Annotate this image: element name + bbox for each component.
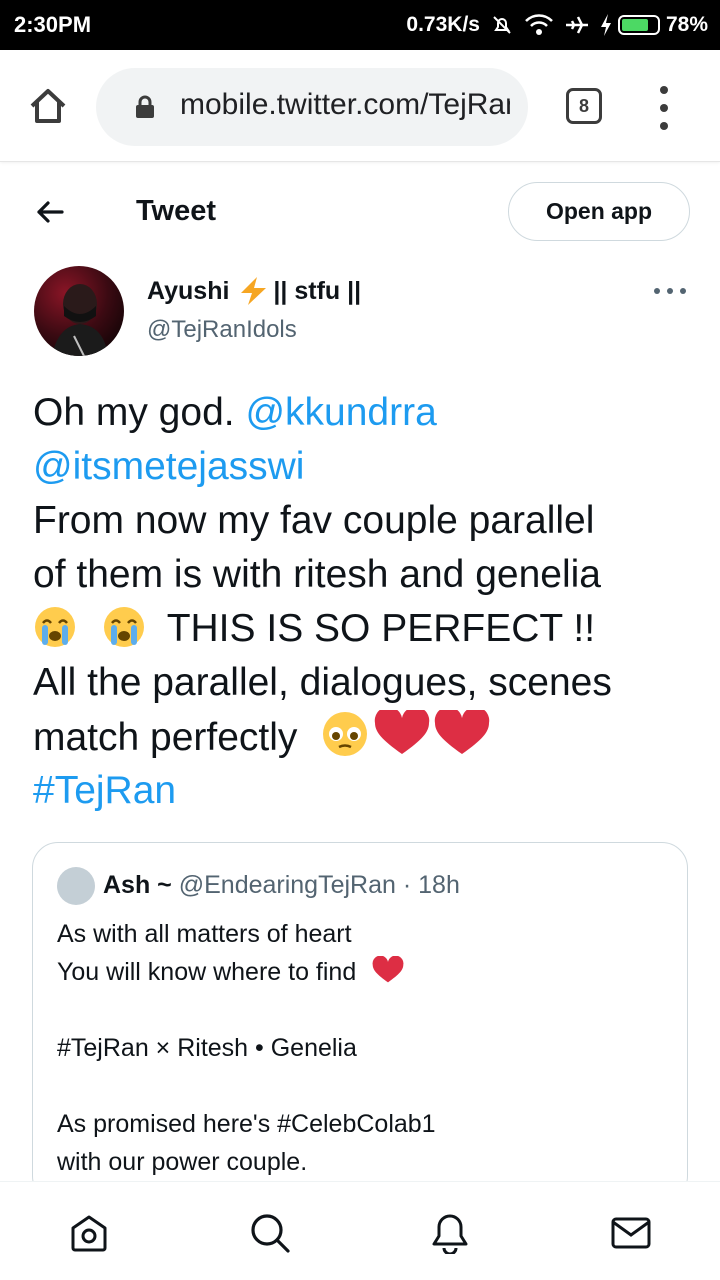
battery-indicator: 78% <box>600 13 708 37</box>
network-speed: 0.73K/s <box>406 13 480 36</box>
author-name[interactable]: Ayushi || stfu || <box>147 276 361 306</box>
mention-link[interactable]: @kkundrra <box>245 391 436 434</box>
status-indicators: 0.73K/s 78% <box>406 10 708 40</box>
avatar-image <box>34 266 124 356</box>
wifi-icon <box>524 13 554 37</box>
status-bar: 2:30PM 0.73K/s 78% <box>0 0 720 50</box>
quoted-tweet[interactable]: Ash ~ @EndearingTejRan · 18h As with all… <box>32 842 688 1202</box>
address-bar[interactable]: mobile.twitter.com/TejRanIdols/status <box>96 68 528 146</box>
quoted-line: #TejRan × Ritesh • Genelia <box>57 1034 357 1062</box>
red-heart-emoji-icon <box>372 955 404 983</box>
quoted-line: You will know where to find <box>57 958 357 986</box>
more-vertical-icon[interactable] <box>652 86 676 130</box>
status-time: 2:30PM <box>14 12 92 37</box>
author-handle[interactable]: @TejRanIdols <box>147 316 297 344</box>
tweet-line: of them is with ritesh and genelia <box>33 553 601 596</box>
nav-messages-button[interactable] <box>610 1212 652 1254</box>
red-heart-emoji-icon <box>375 710 430 754</box>
crying-face-emoji-icon <box>35 607 75 647</box>
quoted-line: As with all matters of heart <box>57 920 352 948</box>
hashtag-link[interactable]: #TejRan <box>33 769 176 812</box>
quoted-line: As promised here's #CelebColab1 <box>57 1110 436 1138</box>
author-display-name: Ayushi <box>147 276 230 305</box>
quoted-time: · 18h <box>402 871 460 899</box>
home-icon <box>30 89 66 123</box>
lightning-emoji-icon <box>241 277 267 305</box>
bottom-nav <box>0 1181 720 1280</box>
tweet-header: Tweet Open app <box>0 163 720 259</box>
tweet-text: Oh my god. @kkundrra @itsmetejasswi From… <box>33 386 703 818</box>
battery-icon <box>617 15 660 35</box>
battery-percent: 78% <box>665 13 708 36</box>
search-icon <box>251 1214 290 1253</box>
back-button[interactable] <box>34 196 66 228</box>
page-title: Tweet <box>136 195 217 227</box>
tweet-line: match perfectly <box>33 716 298 759</box>
tab-switcher-button[interactable]: 8 <box>566 88 602 124</box>
charging-icon <box>600 14 611 36</box>
more-horizontal-icon[interactable] <box>654 288 686 296</box>
nav-notifications-button[interactable] <box>429 1212 471 1256</box>
quoted-text: As with all matters of heart You will kn… <box>57 915 667 1181</box>
nav-home-button[interactable] <box>68 1212 110 1254</box>
tweet-line: All the parallel, dialogues, scenes <box>33 661 612 704</box>
open-app-button[interactable]: Open app <box>508 182 690 241</box>
nav-search-button[interactable] <box>249 1212 291 1254</box>
home-button[interactable] <box>26 84 70 128</box>
quoted-author: Ash ~ @EndearingTejRan · 18h <box>103 871 460 900</box>
author-avatar[interactable] <box>34 266 124 356</box>
tweet-line: From now my fav couple parallel <box>33 499 595 542</box>
browser-toolbar: mobile.twitter.com/TejRanIdols/status 8 <box>0 50 720 162</box>
messages-icon <box>611 1217 651 1249</box>
crying-face-emoji-icon <box>103 607 144 647</box>
pleading-face-emoji-icon <box>323 712 368 756</box>
notifications-icon <box>432 1214 468 1256</box>
airplane-mode-icon <box>564 13 590 37</box>
lock-icon <box>136 95 154 118</box>
notifications-muted-icon <box>490 13 514 37</box>
author-name-suffix: || stfu || <box>273 276 362 305</box>
quoted-author-handle: @EndearingTejRan <box>178 871 396 899</box>
arrow-left-icon <box>37 201 64 223</box>
url-text: mobile.twitter.com/TejRanIdols/status <box>180 88 510 121</box>
mention-link[interactable]: @itsmetejasswi <box>33 445 304 488</box>
quoted-line: with our power couple. <box>57 1148 308 1176</box>
quoted-author-avatar <box>57 867 95 905</box>
battery-fill <box>621 19 649 31</box>
tweet-line: THIS IS SO PERFECT !! <box>166 607 596 650</box>
red-heart-emoji-icon <box>435 710 490 754</box>
home-icon <box>71 1215 107 1252</box>
quoted-author-name: Ash ~ <box>103 871 172 899</box>
